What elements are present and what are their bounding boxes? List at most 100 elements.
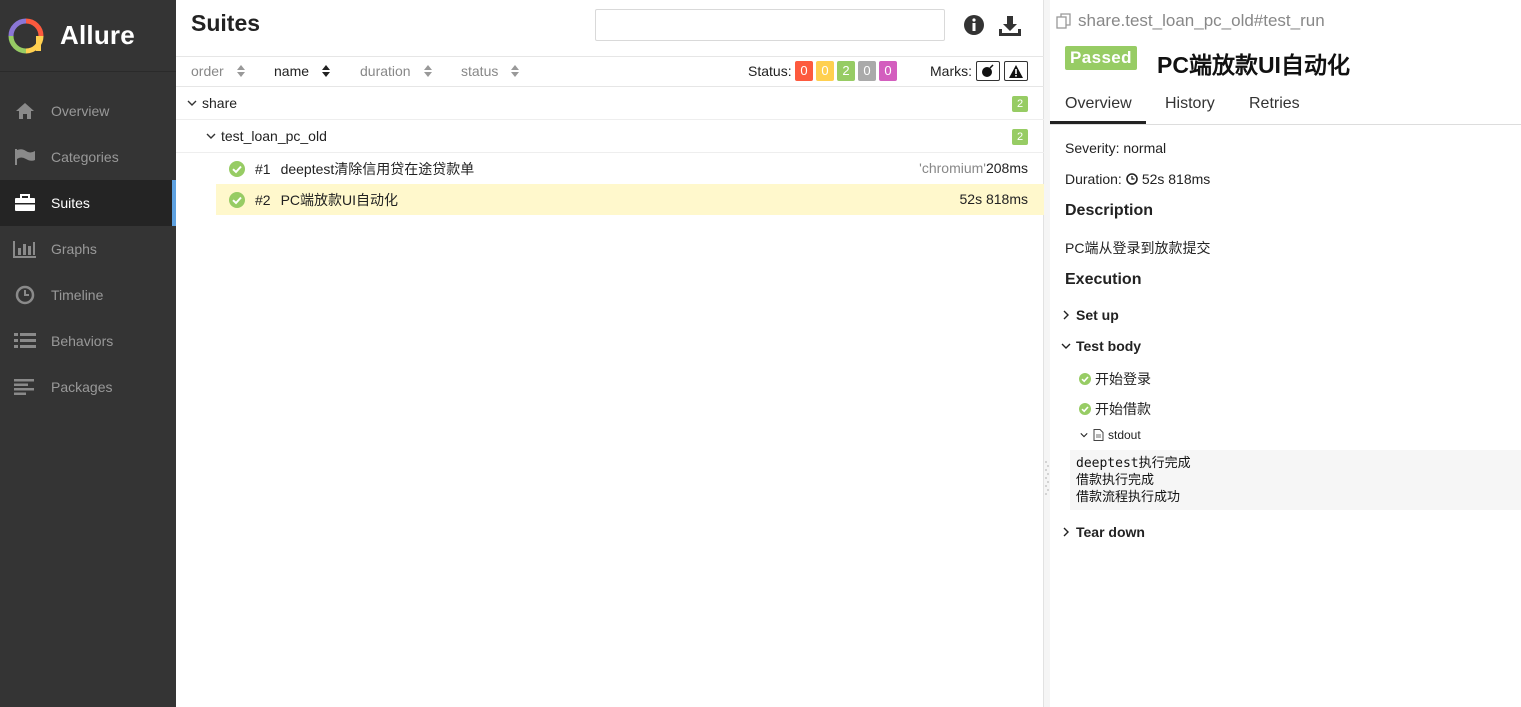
tab-history[interactable]: History: [1165, 95, 1215, 121]
step-label: Tear down: [1076, 524, 1145, 540]
test-case-row[interactable]: #1 deeptest清除信用贷在途贷款单 'chromium'208ms: [216, 153, 1044, 184]
passed-check-icon: [229, 160, 245, 177]
status-filter-broken[interactable]: 0: [816, 61, 834, 81]
download-icon[interactable]: [998, 14, 1022, 38]
attachment-stdout[interactable]: stdout: [1080, 428, 1141, 442]
sidebar-item-categories[interactable]: Categories: [0, 134, 176, 180]
status-filter-label: Status:: [748, 63, 792, 79]
clock-icon: [1126, 173, 1138, 185]
sort-by-status[interactable]: status: [461, 63, 520, 79]
copy-icon[interactable]: [1056, 13, 1072, 29]
chevron-right-icon: [1063, 310, 1069, 320]
sort-toolbar: order name duration status Status: 0 0 2…: [176, 56, 1044, 87]
bar-chart-icon: [13, 239, 37, 259]
breadcrumb-text: share.test_loan_pc_old#test_run: [1078, 11, 1325, 30]
sort-by-name[interactable]: name: [274, 63, 331, 79]
suites-pane: Suites order name duration status Status…: [176, 0, 1044, 707]
stdout-line: deeptest执行完成: [1076, 456, 1191, 471]
status-badge: Passed: [1065, 46, 1137, 70]
test-case-number: #1: [255, 160, 271, 177]
mark-new-failed-button[interactable]: [1004, 61, 1028, 81]
sidebar-item-label: Suites: [51, 195, 90, 211]
step-test-body[interactable]: Test body: [1061, 338, 1141, 354]
brand-name: Allure: [60, 20, 135, 50]
sort-arrows-icon: [423, 65, 432, 77]
duration: Duration: 52s 818ms: [1065, 171, 1210, 187]
stdout-line: 借款执行完成: [1076, 473, 1155, 488]
allure-report: Allure Overview Categories Suites Graphs…: [0, 0, 1521, 707]
suites-tree: share 2 test_loan_pc_old 2 #1 deeptest清除…: [176, 87, 1044, 215]
tree-group-name: test_loan_pc_old: [221, 128, 327, 144]
detail-tabs: Overview History Retries: [1050, 90, 1521, 125]
splitter-grip-icon[interactable]: [1045, 460, 1049, 496]
warning-icon: [1009, 64, 1023, 78]
breadcrumb[interactable]: share.test_loan_pc_old#test_run: [1056, 11, 1325, 31]
sidebar-item-overview[interactable]: Overview: [0, 88, 176, 134]
step-label: Set up: [1076, 307, 1119, 323]
sidebar: Allure Overview Categories Suites Graphs…: [0, 0, 176, 707]
chevron-down-icon: [1080, 433, 1088, 438]
tree-group-name: share: [202, 95, 238, 111]
sort-label: status: [461, 63, 499, 79]
align-left-icon: [13, 377, 37, 397]
mark-flaky-button[interactable]: [976, 61, 1000, 81]
sort-label: name: [274, 63, 310, 79]
tab-overview[interactable]: Overview: [1050, 95, 1146, 124]
info-icon[interactable]: [963, 14, 987, 38]
sidebar-item-graphs[interactable]: Graphs: [0, 226, 176, 272]
test-detail-pane: share.test_loan_pc_old#test_run Passed P…: [1050, 0, 1521, 707]
count-badge: 2: [1012, 129, 1028, 145]
chevron-down-icon: [206, 133, 216, 139]
chevron-down-icon: [187, 100, 197, 106]
step-teardown[interactable]: Tear down: [1061, 524, 1145, 540]
step-login[interactable]: 开始登录: [1079, 369, 1151, 389]
status-filter-failed[interactable]: 0: [795, 61, 813, 81]
marks-filter-label: Marks:: [930, 63, 972, 79]
chevron-right-icon: [1063, 527, 1069, 537]
bomb-icon: [982, 64, 994, 77]
description-heading: Description: [1065, 202, 1154, 219]
description-text: PC端从登录到放款提交: [1065, 240, 1211, 256]
suites-header: Suites: [176, 0, 1043, 56]
flag-icon: [13, 147, 37, 167]
step-label: Test body: [1076, 338, 1142, 354]
sidebar-item-label: Behaviors: [51, 333, 114, 349]
sort-arrows-icon: [236, 65, 245, 77]
home-icon: [13, 101, 37, 121]
passed-check-icon: [229, 191, 245, 208]
duration-label: Duration:: [1065, 171, 1122, 187]
brand[interactable]: Allure: [0, 0, 176, 72]
test-title: PC端放款UI自动化: [1157, 52, 1350, 78]
chevron-down-icon: [1061, 343, 1071, 349]
status-filter-skipped[interactable]: 0: [858, 61, 876, 81]
search-input[interactable]: [595, 9, 945, 41]
tree-group-share[interactable]: share 2: [176, 87, 1044, 120]
step-borrow[interactable]: 开始借款: [1079, 399, 1151, 419]
duration-value: 52s 818ms: [1141, 171, 1211, 187]
status-filter-unknown[interactable]: 0: [879, 61, 897, 81]
sidebar-item-suites[interactable]: Suites: [0, 180, 176, 226]
status-filter-passed[interactable]: 2: [837, 61, 855, 81]
attachment-label: stdout: [1108, 428, 1141, 442]
step-setup[interactable]: Set up: [1061, 307, 1119, 323]
test-case-duration: 208ms: [985, 160, 1028, 176]
step-label: 开始登录: [1095, 371, 1151, 387]
sidebar-nav: Overview Categories Suites Graphs Timeli…: [0, 88, 176, 410]
sort-label: duration: [360, 63, 411, 79]
sidebar-item-behaviors[interactable]: Behaviors: [0, 318, 176, 364]
allure-logo-icon: [8, 18, 44, 53]
test-case-parameter: 'chromium': [919, 160, 986, 176]
sort-by-order[interactable]: order: [191, 63, 246, 79]
sort-by-duration[interactable]: duration: [360, 63, 433, 79]
list-icon: [13, 331, 37, 351]
sidebar-item-label: Graphs: [51, 241, 97, 257]
test-case-row-selected[interactable]: #2 PC端放款UI自动化 52s 818ms: [216, 184, 1044, 215]
tree-group-suite[interactable]: test_loan_pc_old 2: [176, 120, 1044, 153]
sidebar-item-timeline[interactable]: Timeline: [0, 272, 176, 318]
tab-retries[interactable]: Retries: [1249, 95, 1300, 121]
execution-heading: Execution: [1065, 271, 1142, 288]
sidebar-item-packages[interactable]: Packages: [0, 364, 176, 410]
briefcase-icon: [13, 193, 37, 213]
passed-check-icon: [1079, 403, 1091, 415]
test-case-name: PC端放款UI自动化: [280, 191, 399, 208]
